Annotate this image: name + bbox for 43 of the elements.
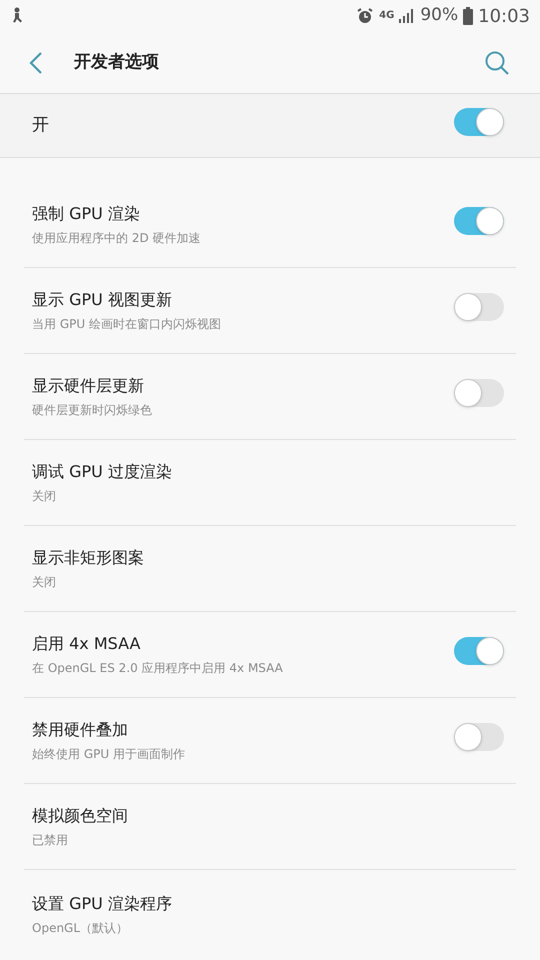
setting-subtitle: OpenGL（默认） bbox=[32, 920, 130, 937]
setting-subtitle: 在 OpenGL ES 2.0 应用程序中启用 4x MSAA bbox=[32, 660, 283, 677]
signal-icon bbox=[399, 9, 416, 23]
search-button[interactable] bbox=[484, 50, 510, 76]
setting-subtitle: 始终使用 GPU 用于画面制作 bbox=[32, 746, 185, 763]
setting-title: 显示非矩形图案 bbox=[32, 547, 144, 569]
setting-title: 启用 4x MSAA bbox=[32, 633, 142, 655]
setting-title: 强制 GPU 渲染 bbox=[32, 203, 141, 225]
setting-title: 模拟颜色空间 bbox=[32, 805, 128, 827]
setting-title: 显示硬件层更新 bbox=[32, 375, 145, 397]
toggle-switch[interactable] bbox=[454, 293, 504, 321]
setting-subtitle: 硬件层更新时闪烁绿色 bbox=[32, 402, 152, 419]
setting-subtitle: 关闭 bbox=[32, 488, 57, 505]
setting-subtitle: 关闭 bbox=[32, 574, 57, 591]
setting-title: 显示 GPU 视图更新 bbox=[32, 289, 173, 311]
settings-row[interactable]: 设置 GPU 渲染程序 OpenGL（默认） bbox=[0, 870, 540, 959]
master-switch[interactable] bbox=[454, 108, 504, 136]
setting-subtitle: 已禁用 bbox=[32, 832, 69, 849]
setting-title: 设置 GPU 渲染程序 bbox=[32, 893, 172, 915]
settings-row[interactable]: 启用 4x MSAA 在 OpenGL ES 2.0 应用程序中启用 4x MSAA bbox=[0, 612, 540, 697]
settings-row[interactable]: 禁用硬件叠加 始终使用 GPU 用于画面制作 bbox=[0, 698, 540, 783]
alarm-icon bbox=[356, 7, 374, 25]
settings-row[interactable]: 强制 GPU 渲染 使用应用程序中的 2D 硬件加速 bbox=[0, 182, 540, 267]
toggle-switch[interactable] bbox=[454, 637, 504, 665]
settings-row[interactable]: 模拟颜色空间 已禁用 bbox=[0, 784, 540, 869]
battery-percent: 90% bbox=[420, 4, 458, 28]
network-type: 4G bbox=[379, 11, 394, 21]
master-switch-label: 开 bbox=[32, 114, 49, 137]
settings-row[interactable]: 调试 GPU 过度渲染 关闭 bbox=[0, 440, 540, 525]
toggle-switch[interactable] bbox=[454, 723, 504, 751]
toggle-switch[interactable] bbox=[454, 379, 504, 407]
usb-debug-icon bbox=[10, 7, 24, 25]
clock-time: 10:03 bbox=[478, 4, 530, 28]
settings-row[interactable]: 显示 GPU 视图更新 当用 GPU 绘画时在窗口内闪烁视图 bbox=[0, 268, 540, 353]
settings-row[interactable]: 显示非矩形图案 关闭 bbox=[0, 526, 540, 611]
battery-icon bbox=[463, 7, 474, 25]
setting-subtitle: 使用应用程序中的 2D 硬件加速 bbox=[32, 230, 201, 247]
page-title: 开发者选项 bbox=[74, 50, 159, 74]
setting-title: 调试 GPU 过度渲染 bbox=[32, 461, 172, 483]
setting-subtitle: 当用 GPU 绘画时在窗口内闪烁视图 bbox=[32, 316, 221, 333]
toggle-switch[interactable] bbox=[454, 207, 504, 235]
setting-title: 禁用硬件叠加 bbox=[32, 719, 129, 741]
settings-row[interactable]: 显示硬件层更新 硬件层更新时闪烁绿色 bbox=[0, 354, 540, 439]
